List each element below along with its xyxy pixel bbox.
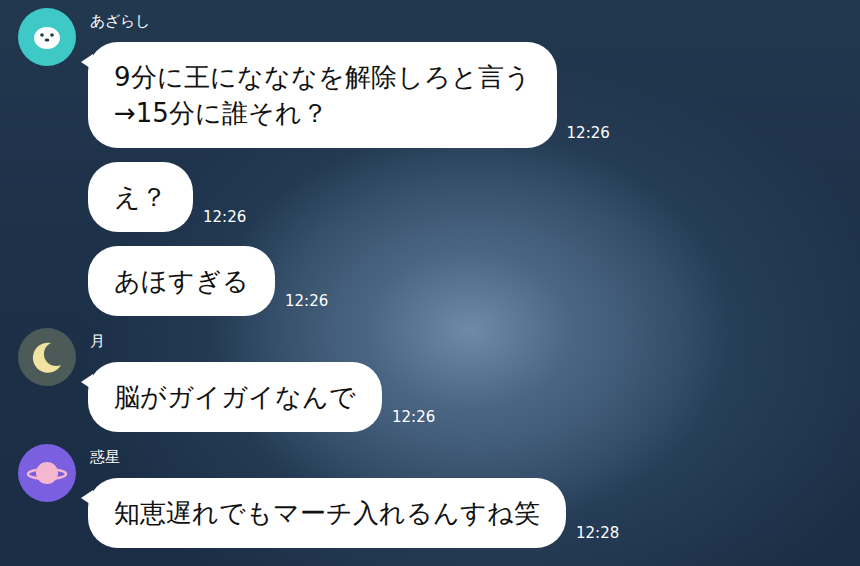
message-bubble[interactable]: 脳がガイガイなんで bbox=[88, 362, 382, 432]
avatar-icon[interactable] bbox=[18, 328, 76, 386]
message-row: 9分に王になななを解除しろと言う →15分に誰それ？ 12:26 bbox=[88, 42, 610, 148]
group-content: 月脳がガイガイなんで 12:26 bbox=[88, 328, 435, 432]
message-group: あざらし 9分に王になななを解除しろと言う →15分に誰それ？ 12:26 え？ 12:… bbox=[0, 8, 860, 316]
group-content: 惑星知恵遅れでもマーチ入れるんすね笑 12:28 bbox=[88, 444, 619, 548]
group-content: あざらし 9分に王になななを解除しろと言う →15分に誰それ？ 12:26 え？ 12:… bbox=[88, 8, 610, 316]
message-bubble[interactable]: 知恵遅れでもマーチ入れるんすね笑 bbox=[88, 478, 566, 548]
sender-name: 月 bbox=[88, 332, 435, 350]
message-list: あざらし 9分に王になななを解除しろと言う →15分に誰それ？ 12:26 え？ 12:… bbox=[0, 0, 860, 548]
message-row: あほすぎる 12:26 bbox=[88, 246, 610, 316]
message-time: 12:26 bbox=[567, 124, 610, 142]
message-bubble[interactable]: あほすぎる bbox=[88, 246, 275, 316]
message-time: 12:26 bbox=[203, 208, 246, 226]
sender-name: あざらし bbox=[88, 12, 610, 30]
avatar-icon[interactable] bbox=[18, 8, 76, 66]
avatar-icon[interactable] bbox=[18, 444, 76, 502]
message-time: 12:26 bbox=[392, 408, 435, 426]
message-time: 12:26 bbox=[285, 292, 328, 310]
message-group: 月脳がガイガイなんで 12:26 bbox=[0, 328, 860, 432]
message-group: 惑星知恵遅れでもマーチ入れるんすね笑 12:28 bbox=[0, 444, 860, 548]
message-row: 脳がガイガイなんで 12:26 bbox=[88, 362, 435, 432]
message-row: 知恵遅れでもマーチ入れるんすね笑 12:28 bbox=[88, 478, 619, 548]
chat-screen: あざらし 9分に王になななを解除しろと言う →15分に誰それ？ 12:26 え？ 12:… bbox=[0, 0, 860, 566]
message-bubble[interactable]: 9分に王になななを解除しろと言う →15分に誰それ？ bbox=[88, 42, 557, 148]
message-row: え？ 12:26 bbox=[88, 162, 610, 232]
message-time: 12:28 bbox=[576, 524, 619, 542]
message-bubble[interactable]: え？ bbox=[88, 162, 193, 232]
sender-name: 惑星 bbox=[88, 448, 619, 466]
